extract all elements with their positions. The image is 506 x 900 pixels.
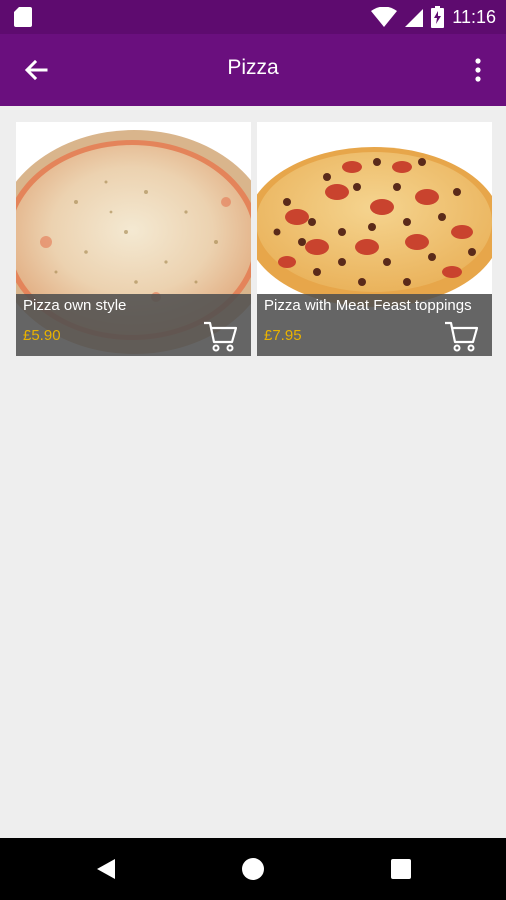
cart-icon[interactable] bbox=[203, 320, 237, 352]
sd-card-icon bbox=[14, 7, 32, 27]
nav-back-icon[interactable] bbox=[93, 856, 119, 882]
wifi-icon bbox=[371, 7, 398, 27]
navigation-bar bbox=[0, 838, 506, 900]
product-price: £7.95 bbox=[264, 327, 302, 344]
status-bar: 11:16 bbox=[0, 0, 506, 34]
cart-icon[interactable] bbox=[444, 320, 478, 352]
product-name: Pizza own style bbox=[23, 297, 127, 314]
app-bar: Pizza bbox=[0, 34, 506, 106]
status-time: 11:16 bbox=[452, 6, 496, 27]
product-price: £5.90 bbox=[23, 327, 61, 344]
more-vert-icon[interactable] bbox=[466, 54, 490, 86]
page-title: Pizza bbox=[227, 56, 279, 79]
nav-home-icon[interactable] bbox=[240, 856, 266, 882]
battery-charging-icon bbox=[431, 6, 445, 28]
status-icons: 11:16 bbox=[371, 5, 496, 29]
nav-recents-icon[interactable] bbox=[388, 856, 414, 882]
product-name: Pizza with Meat Feast toppings bbox=[264, 297, 472, 314]
product-card[interactable]: Pizza with Meat Feast toppings £7.95 bbox=[257, 122, 492, 356]
cellular-signal-icon bbox=[405, 9, 424, 27]
product-card[interactable]: Pizza own style £5.90 bbox=[16, 122, 251, 356]
